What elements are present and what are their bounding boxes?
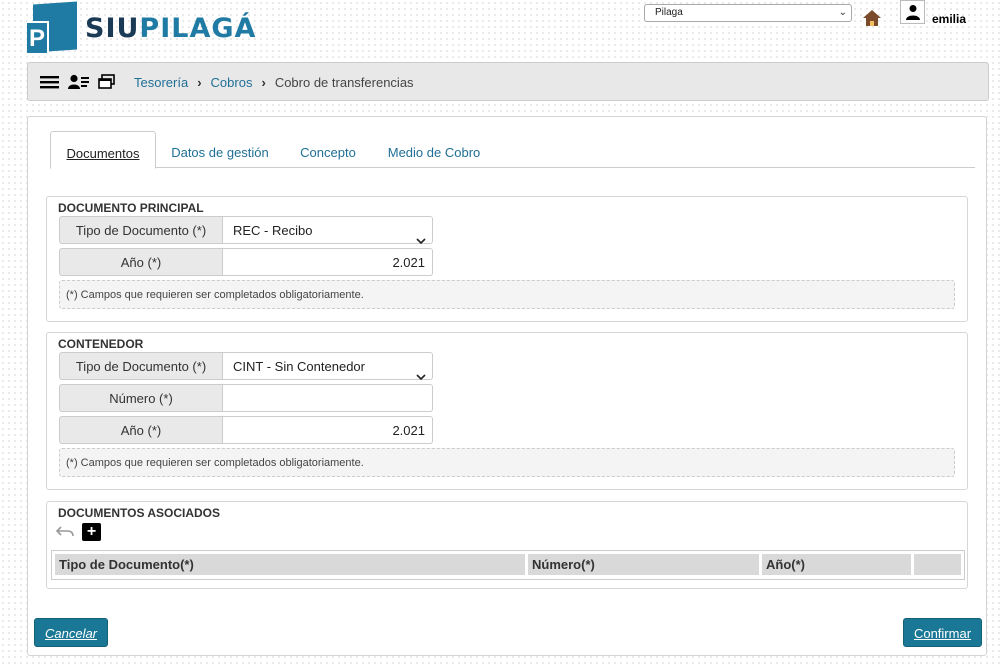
field-label: Año (*) <box>59 248 223 276</box>
tipo-documento-select[interactable]: CINT - Sin Contenedor <box>223 352 433 381</box>
breadcrumb-tesoreria[interactable]: Tesorería <box>134 75 188 90</box>
column-header-numero: Número(*) <box>528 554 762 575</box>
field-label: Año (*) <box>59 416 223 444</box>
chevron-down-icon: ⌄ <box>838 7 847 18</box>
column-header-anio: Año(*) <box>762 554 914 575</box>
table-header: Tipo de Documento(*) Número(*) Año(*) <box>55 554 961 575</box>
main-panel: Documentos Datos de gestión Concepto Med… <box>27 116 987 656</box>
tab-documentos[interactable]: Documentos <box>50 131 156 169</box>
cancel-button[interactable]: Cancelar <box>34 618 108 647</box>
numero-input[interactable] <box>223 384 433 412</box>
user-profile-icon[interactable] <box>68 74 90 93</box>
undo-icon[interactable] <box>55 525 74 540</box>
chevron-right-icon: › <box>261 75 266 90</box>
anio-input[interactable]: 2.021 <box>223 248 433 276</box>
windows-icon[interactable] <box>98 74 116 93</box>
tab-datos-gestion[interactable]: Datos de gestión <box>160 131 280 168</box>
tab-concepto[interactable]: Concepto <box>290 131 366 168</box>
tab-medio-cobro[interactable]: Medio de Cobro <box>376 131 492 168</box>
chevron-right-icon: › <box>197 75 202 90</box>
logo-text: SIUPILAGÁ <box>85 12 257 44</box>
siu-pilaga-logo: P SIUPILAGÁ <box>27 1 257 53</box>
field-label: Número (*) <box>59 384 223 412</box>
field-label: Tipo de Documento (*) <box>59 352 223 380</box>
logo-mark: P <box>27 1 77 53</box>
select-value: REC - Recibo <box>233 223 313 238</box>
user-icon[interactable] <box>900 0 925 24</box>
confirm-button[interactable]: Confirmar <box>903 618 982 647</box>
tipo-documento-select[interactable]: REC - Recibo <box>223 216 433 245</box>
documentos-asociados-table: Tipo de Documento(*) Número(*) Año(*) <box>51 550 965 580</box>
column-header-actions <box>914 554 961 575</box>
home-icon[interactable] <box>862 9 882 27</box>
unit-select-value: Pilaga <box>655 7 683 18</box>
documentos-asociados-section: DOCUMENTOS ASOCIADOS + Tipo de Documento… <box>46 501 968 589</box>
field-label: Tipo de Documento (*) <box>59 216 223 244</box>
section-title: DOCUMENTOS ASOCIADOS <box>58 506 221 520</box>
documento-principal-section: DOCUMENTO PRINCIPAL Tipo de Documento (*… <box>46 196 968 322</box>
required-fields-note: (*) Campos que requieren ser completados… <box>59 280 955 309</box>
unit-select[interactable]: Pilaga ⌄ <box>644 4 852 22</box>
select-value: CINT - Sin Contenedor <box>233 359 365 374</box>
contenedor-section: CONTENEDOR Tipo de Documento (*) CINT - … <box>46 332 968 490</box>
breadcrumb: Tesorería › Cobros › Cobro de transferen… <box>134 75 414 90</box>
numero-row: Número (*) <box>59 384 433 412</box>
column-header-tipo: Tipo de Documento(*) <box>55 554 528 575</box>
anio-row: Año (*) 2.021 <box>59 248 433 276</box>
anio-input[interactable]: 2.021 <box>223 416 433 444</box>
required-fields-note: (*) Campos que requieren ser completados… <box>59 448 955 477</box>
section-title: CONTENEDOR <box>58 337 144 351</box>
tipo-documento-row: Tipo de Documento (*) REC - Recibo <box>59 216 433 245</box>
tab-bar: Documentos Datos de gestión Concepto Med… <box>50 131 975 169</box>
menu-icon[interactable] <box>40 74 60 93</box>
navigation-bar: Tesorería › Cobros › Cobro de transferen… <box>27 62 989 101</box>
breadcrumb-cobros[interactable]: Cobros <box>211 75 253 90</box>
anio-row: Año (*) 2.021 <box>59 416 433 444</box>
section-title: DOCUMENTO PRINCIPAL <box>58 201 204 215</box>
user-name[interactable]: emilia <box>932 12 966 26</box>
tipo-documento-row: Tipo de Documento (*) CINT - Sin Contene… <box>59 352 433 381</box>
breadcrumb-current: Cobro de transferencias <box>274 75 414 90</box>
add-row-button[interactable]: + <box>82 523 101 541</box>
